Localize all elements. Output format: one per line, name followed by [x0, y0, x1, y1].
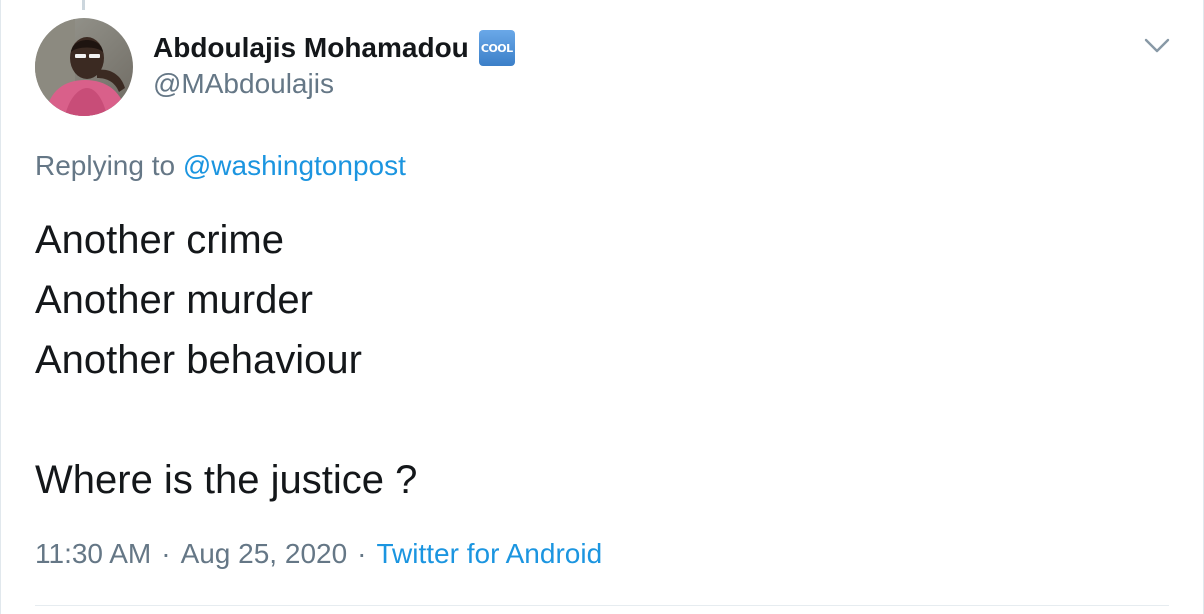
- author-name-row: Abdoulajis Mohamadou COOL: [153, 28, 515, 68]
- author-display-name[interactable]: Abdoulajis Mohamadou: [153, 32, 469, 64]
- divider: [35, 605, 1169, 606]
- cool-emoji-icon: COOL: [478, 30, 515, 66]
- thread-connector-line: [82, 0, 85, 10]
- reply-mention-link[interactable]: @washingtonpost: [183, 150, 406, 181]
- tweet-line: Another crime: [35, 218, 284, 262]
- meta-separator: ·: [357, 538, 367, 569]
- more-options-button[interactable]: [1141, 32, 1173, 60]
- avatar-image: [35, 18, 133, 116]
- replying-to: Replying to @washingtonpost: [35, 150, 406, 182]
- tweet-line: Another behaviour: [35, 338, 362, 382]
- avatar[interactable]: [35, 18, 133, 116]
- tweet-time-link[interactable]: 11:30 AM: [35, 538, 151, 569]
- tweet-text: Another crime Another murder Another beh…: [35, 210, 417, 510]
- tweet-line: Where is the justice ?: [35, 458, 418, 502]
- chevron-down-icon: [1144, 38, 1170, 53]
- tweet-date-link[interactable]: Aug 25, 2020: [181, 538, 348, 569]
- meta-separator: ·: [161, 538, 171, 569]
- tweet-source-link[interactable]: Twitter for Android: [376, 538, 602, 569]
- tweet-card: Abdoulajis Mohamadou COOL @MAbdoulajis R…: [0, 0, 1204, 614]
- author-handle[interactable]: @MAbdoulajis: [153, 68, 334, 100]
- replying-to-label: Replying to: [35, 150, 176, 181]
- tweet-line: Another murder: [35, 278, 313, 322]
- tweet-metadata: 11:30 AM · Aug 25, 2020 · Twitter for Androi…: [35, 538, 602, 570]
